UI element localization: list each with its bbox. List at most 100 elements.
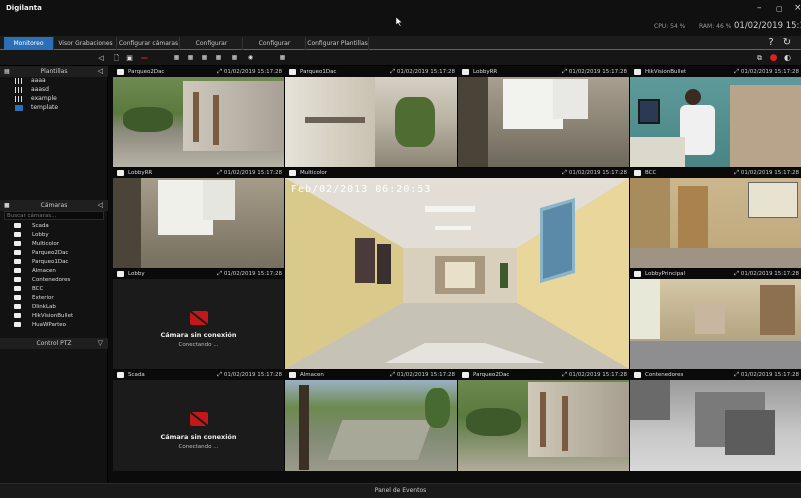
audio-icon[interactable]: ◐ [783,52,792,64]
camera-item[interactable]: DlinkLab [14,303,56,312]
camera-view[interactable]: HikVisionBullet ⤢ 01/02/2019 15:17:28 [630,67,801,167]
camera-icon [14,277,21,282]
camera-icon [14,304,21,309]
grid-icon [15,104,23,111]
tab-configurar-camaras[interactable]: Configurar cámaras [118,37,180,50]
event-panel-bar[interactable]: Panel de Eventos [0,483,801,498]
expand-icon[interactable]: ⤢ [562,67,567,77]
camera-item[interactable]: Scada [14,222,49,231]
camera-icon [14,268,21,273]
video-frame [113,77,284,167]
camera-view-disconnected[interactable]: Lobby ⤢ 01/02/2019 15:17:28 Cámara sin con… [113,269,284,369]
camera-icon [14,241,21,246]
tab-configurar-analiticas[interactable]: Configurar analíticas [181,37,243,60]
maximize-button[interactable]: ▢ [776,5,783,13]
save-icon[interactable]: ▣ [125,52,134,64]
video-frame [285,178,629,369]
expand-icon[interactable]: ⤢ [390,370,395,380]
remove-icon[interactable]: — [140,52,149,64]
plantilla-item-selected[interactable]: template [15,103,58,112]
new-file-icon[interactable]: 🗋 [112,52,121,64]
video-frame [458,380,629,471]
camera-item[interactable]: Exterior [14,294,54,303]
plantilla-item[interactable]: aaaa [15,76,46,85]
expand-icon[interactable]: ⤢ [734,67,739,77]
camera-view[interactable]: Almacen ⤢ 01/02/2019 15:17:28 [285,370,457,471]
control-ptz-header[interactable]: Control PTZ ▽ [0,338,108,349]
expand-icon[interactable]: ⤢ [217,370,222,380]
expand-icon[interactable]: ⤢ [217,67,222,77]
collapse-icon[interactable]: ◁ [98,200,103,211]
camera-view[interactable]: Contenedores ⤢ 01/02/2019 15:17:28 [630,370,801,471]
camera-item[interactable]: Almacen [14,267,56,276]
camera-off-icon [189,310,208,325]
camera-icon [14,313,21,318]
camera-view[interactable]: BCC ⤢ 01/02/2019 15:17:28 [630,168,801,268]
video-frame [630,178,801,268]
app-title: Digilanta [6,4,42,12]
camera-view[interactable]: LobbyRR ⤢ 01/02/2019 15:17:28 [113,168,284,268]
expand-icon[interactable]: ⤢ [562,168,567,178]
camera-icon [289,372,296,378]
layout-4-icon[interactable]: ▦ [214,52,223,64]
collapse-left-icon[interactable]: ◁ [96,52,106,64]
camera-item[interactable]: BCC [14,285,43,294]
expand-icon[interactable]: ⤢ [217,168,222,178]
expand-icon[interactable]: ⤢ [390,67,395,77]
camera-item[interactable]: HuaWParteo [14,321,66,330]
expand-icon[interactable]: ⤢ [734,370,739,380]
camera-search-input[interactable]: Buscar cámaras... [4,211,104,220]
camera-view[interactable]: LobbyRR ⤢ 01/02/2019 15:17:28 [458,67,629,167]
layout-grid-icon[interactable]: ▦ [278,52,287,64]
camera-view[interactable]: Parqueo2Dac ⤢ 01/02/2019 15:17:28 [458,370,629,471]
layout-1-icon[interactable]: ▦ [172,52,181,64]
snapshot-icon[interactable]: ⧉ [755,52,764,64]
camera-item[interactable]: Parqueo2Dac [14,249,68,258]
expand-icon[interactable]: ⤢ [734,168,739,178]
layout-2-icon[interactable]: ▦ [186,52,195,64]
camera-icon [14,250,21,255]
camaras-header[interactable]: ■ Cámaras ◁ [0,200,108,211]
camera-icon [14,223,21,228]
camera-view-large[interactable]: Multicolor ⤢ 01/02/2019 15:17:28 Feb/02/… [285,168,629,369]
help-icon[interactable]: ? [765,36,777,49]
camera-item[interactable]: Contenedores [14,276,70,285]
expand-icon[interactable]: ⤢ [734,269,739,279]
camera-icon [117,170,124,176]
expand-icon[interactable]: ⤢ [562,370,567,380]
layout-5-icon[interactable]: ▦ [230,52,239,64]
camera-item[interactable]: Parqueo1Dac [14,258,68,267]
camera-view[interactable]: Parqueo1Dac ⤢ 01/02/2019 15:17:28 [285,67,457,167]
camera-icon [289,170,296,176]
refresh-icon[interactable]: ↻ [781,36,793,49]
mouse-cursor-icon [396,17,403,27]
camera-item[interactable]: Lobby [14,231,49,240]
camera-settings-icon[interactable]: ◉ [246,52,255,64]
camera-view[interactable]: Parqueo2Dac ⤢ 01/02/2019 15:17:28 [113,67,284,167]
camera-item[interactable]: HikVisionBullet [14,312,73,321]
camera-icon [634,69,641,75]
camera-icon [117,271,124,277]
camera-view[interactable]: LobbyPrincipal ⤢ 01/02/2019 15:17:28 [630,269,801,369]
camera-icon [14,295,21,300]
close-button[interactable]: × [794,3,801,13]
camera-icon [289,69,296,75]
tab-visor-grabaciones[interactable]: Visor Grabaciones [55,37,117,50]
tab-configurar-plantillas[interactable]: Configurar Plantillas [307,37,369,50]
expand-icon[interactable]: ▽ [98,338,103,349]
camera-item[interactable]: Multicolor [14,240,59,249]
camera-view-disconnected[interactable]: Scada ⤢ 01/02/2019 15:17:28 Cámara sin con… [113,370,284,471]
layout-3-icon[interactable]: ▦ [200,52,209,64]
tab-configurar-servidores[interactable]: Configurar Servidores [244,37,306,60]
record-icon[interactable]: ● [769,52,778,64]
plantilla-item[interactable]: aaasd [15,85,49,94]
camera-icon [14,286,21,291]
expand-icon[interactable]: ⤢ [217,269,222,279]
camera-icon [14,322,21,327]
plantilla-item[interactable]: example [15,94,57,103]
collapse-icon[interactable]: ◁ [98,66,103,77]
minimize-button[interactable]: – [757,3,762,13]
tab-monitoreo[interactable]: Monitoreo [4,37,54,50]
camera-icon [117,69,124,75]
main-tabs: Monitoreo Visor Grabaciones Configurar c… [0,36,801,60]
